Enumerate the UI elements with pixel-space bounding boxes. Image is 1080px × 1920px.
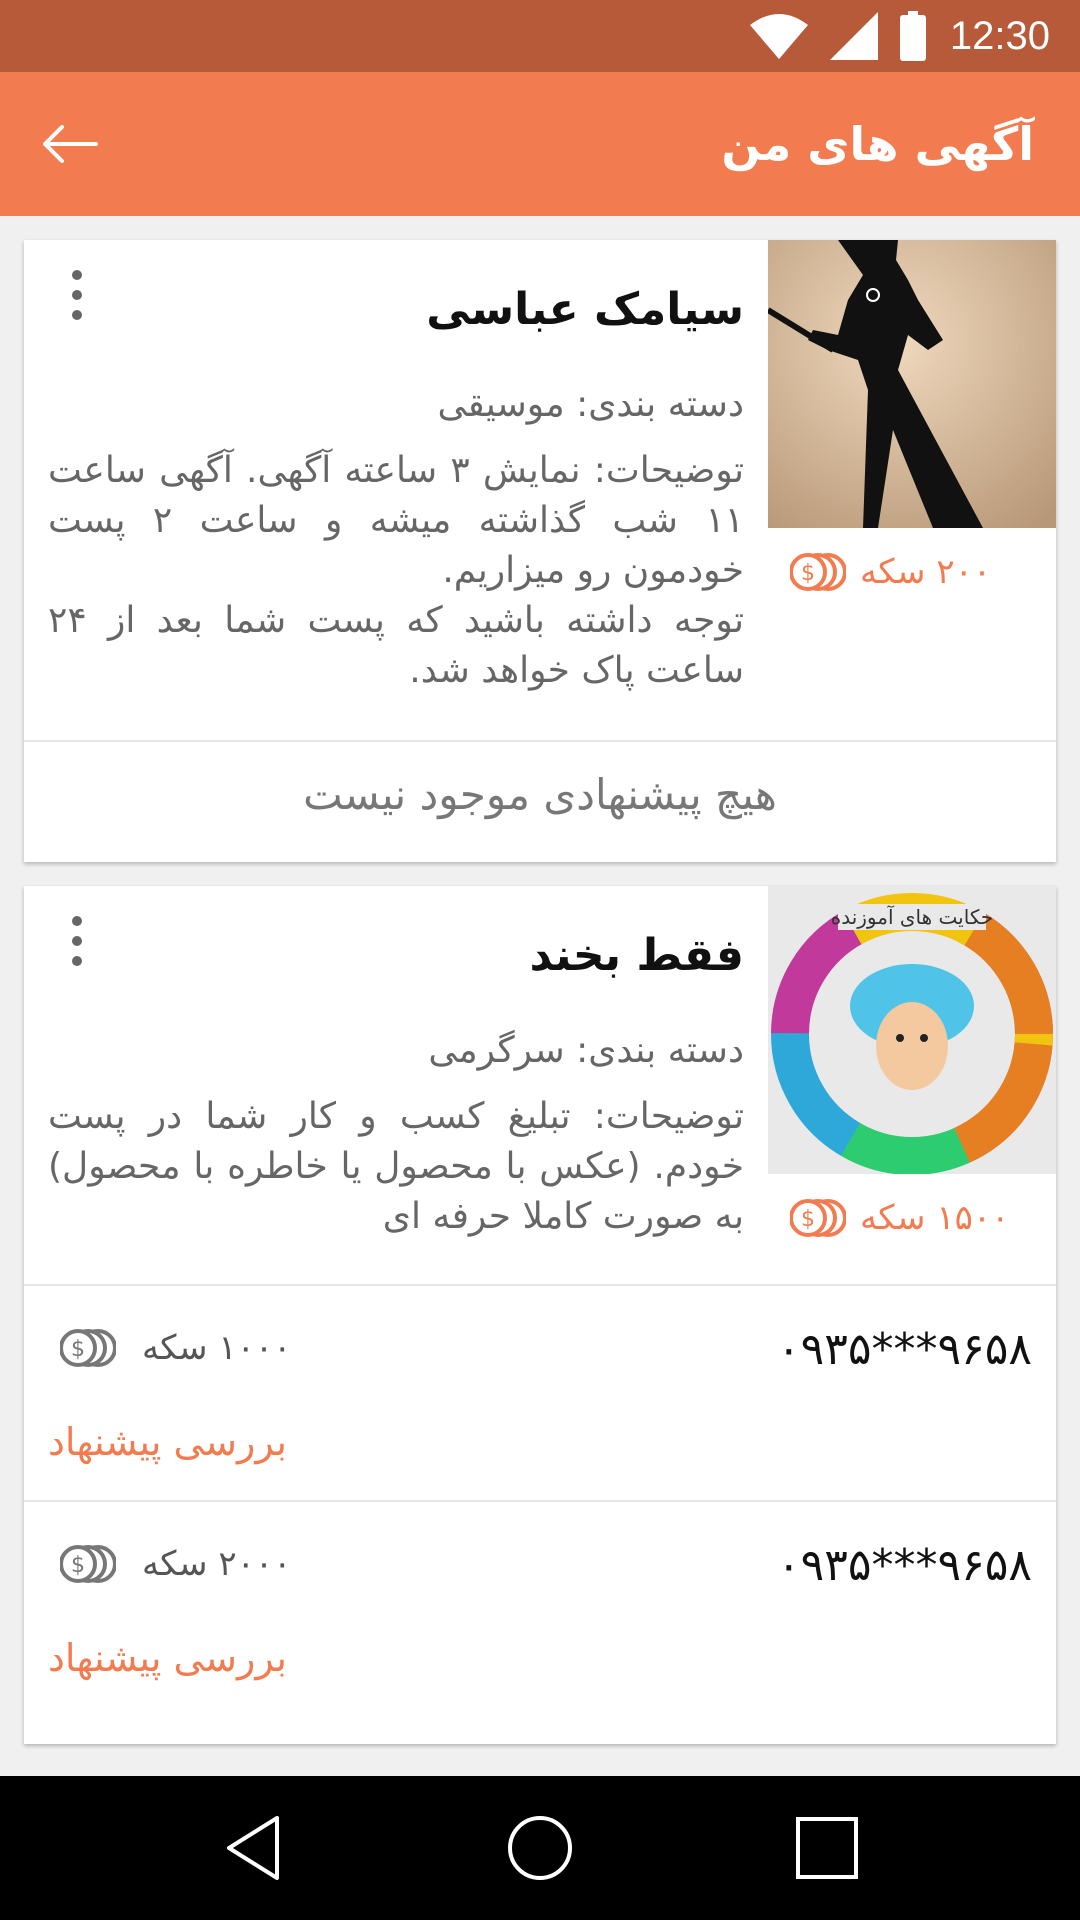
coin-icon: $ — [790, 552, 846, 592]
svg-text:$: $ — [71, 1337, 85, 1362]
svg-text:$: $ — [801, 1207, 815, 1232]
offer-amount-label: ۱۰۰۰ سکه — [142, 1328, 292, 1368]
ad-description: توضیحات: تبلیغ کسب و کار شما در پست خودم… — [48, 1092, 744, 1242]
offer-amount: ۲۰۰۰ سکه $ — [60, 1544, 291, 1584]
svg-text:$: $ — [801, 561, 815, 586]
svg-text:$: $ — [71, 1553, 85, 1578]
ad-title: فقط بخند — [529, 930, 744, 981]
app-bar: آگهی های من — [0, 72, 1080, 216]
review-offer-button[interactable]: بررسی پیشنهاد — [48, 1420, 287, 1464]
page-title: آگهی های من — [721, 117, 1034, 171]
review-offer-button[interactable]: بررسی پیشنهاد — [48, 1636, 287, 1680]
description-line: توضیحات: تبلیغ کسب و کار شما در پست خودم… — [48, 1096, 744, 1237]
divider — [24, 740, 1056, 742]
ad-description: توضیحات: نمایش ۳ ساعته آگهی. آگهی ساعت ۱… — [48, 446, 744, 696]
status-bar: 12:30 — [0, 0, 1080, 72]
coin-icon: $ — [790, 1198, 846, 1238]
battery-icon — [899, 11, 926, 61]
offer-amount: ۱۰۰۰ سکه $ — [60, 1328, 291, 1368]
no-offers-text: هیچ پیشنهادی موجود نیست — [303, 770, 777, 819]
ad-card[interactable]: حکایت های آموزنده ۱۵۰۰ سکه $ فقط بخند دس… — [24, 886, 1056, 1744]
ad-card[interactable]: ۲۰۰ سکه $ سیامک عباسی دسته بندی: موسیقی … — [24, 240, 1056, 862]
price-label: ۲۰۰ سکه — [860, 552, 992, 592]
coin-icon: $ — [60, 1328, 116, 1368]
description-line: توضیحات: نمایش ۳ ساعته آگهی. آگهی ساعت ۱… — [48, 450, 744, 591]
offer-amount-label: ۲۰۰۰ سکه — [142, 1544, 292, 1584]
ad-details: فقط بخند دسته بندی: سرگرمی توضیحات: تبلی… — [48, 926, 744, 1242]
clock: 12:30 — [949, 13, 1050, 58]
signal-icon — [829, 12, 878, 60]
nav-back-icon[interactable] — [198, 1793, 308, 1903]
ad-category: دسته بندی: سرگرمی — [428, 1030, 744, 1071]
ad-price: ۱۵۰۰ سکه $ — [790, 1198, 1020, 1238]
nav-recents-icon[interactable] — [772, 1793, 882, 1903]
ad-image: حکایت های آموزنده — [768, 886, 1056, 1174]
price-label: ۱۵۰۰ سکه — [860, 1198, 1010, 1238]
ad-price: ۲۰۰ سکه $ — [790, 552, 1020, 592]
arrow-back-icon[interactable] — [42, 114, 102, 174]
offer-row: ۰۹۳۵***۹۶۵۸ ۱۰۰۰ سکه $ بررسی پیشنهاد — [24, 1286, 1056, 1502]
ads-list: ۲۰۰ سکه $ سیامک عباسی دسته بندی: موسیقی … — [0, 216, 1080, 1776]
description-line: توجه داشته باشید که پست شما بعد از ۲۴ سا… — [48, 600, 744, 691]
offer-phone: ۰۹۳۵***۹۶۵۸ — [776, 1540, 1032, 1591]
ad-details: سیامک عباسی دسته بندی: موسیقی توضیحات: ن… — [48, 280, 744, 696]
ad-title: سیامک عباسی — [426, 284, 744, 335]
image-caption: حکایت های آموزنده — [831, 904, 994, 929]
navigation-bar — [0, 1776, 1080, 1920]
offer-phone: ۰۹۳۵***۹۶۵۸ — [776, 1324, 1032, 1375]
wifi-icon — [749, 13, 808, 59]
offer-row: ۰۹۳۵***۹۶۵۸ ۲۰۰۰ سکه $ بررسی پیشنهاد — [24, 1502, 1056, 1718]
ad-image — [768, 240, 1056, 528]
nav-home-icon[interactable] — [485, 1793, 595, 1903]
coin-icon: $ — [60, 1544, 116, 1584]
ad-category: دسته بندی: موسیقی — [437, 384, 744, 425]
